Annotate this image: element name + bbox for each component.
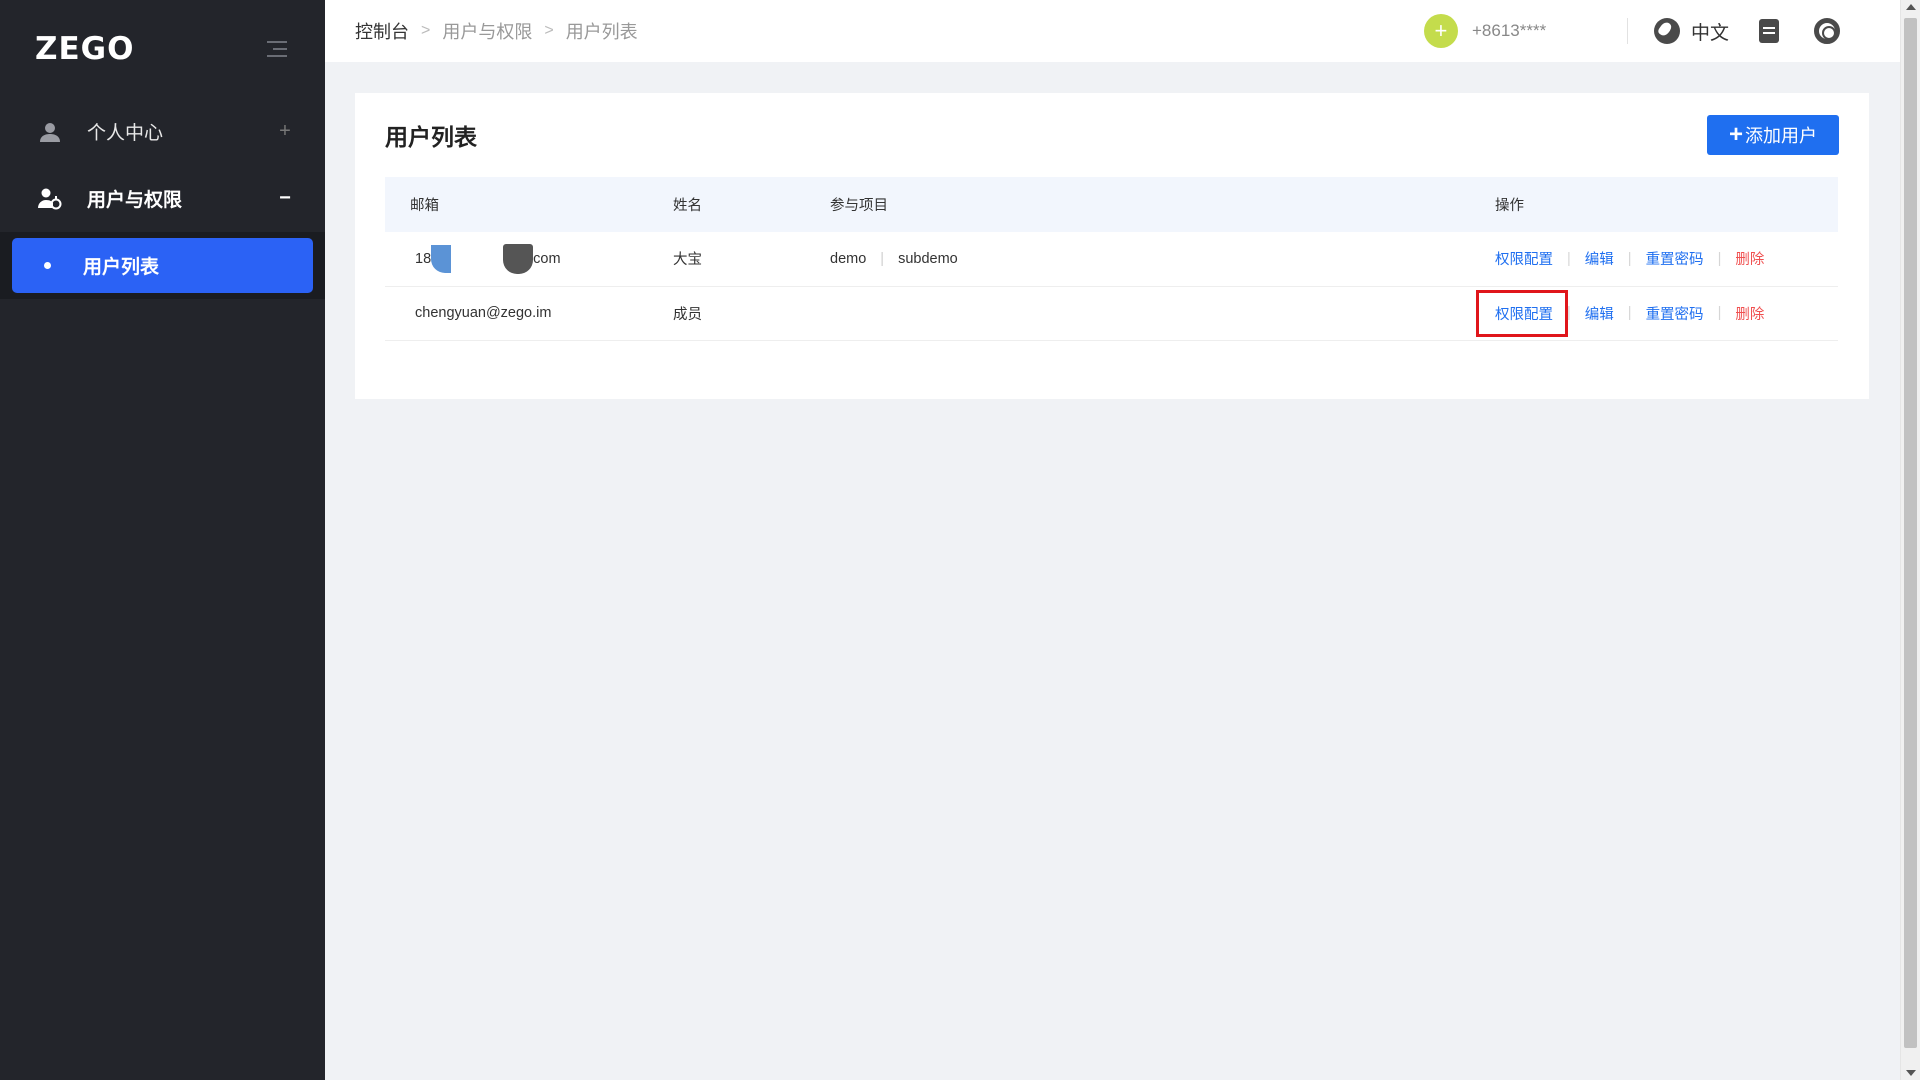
menu-label: 用户与权限 bbox=[87, 190, 183, 211]
name-cell: 成员 bbox=[673, 306, 702, 323]
name-cell: 大宝 bbox=[673, 252, 702, 269]
avatar[interactable]: + bbox=[1423, 14, 1458, 48]
card-header: 用户列表 + 添加用户 bbox=[355, 93, 1869, 177]
settings-icon[interactable] bbox=[1814, 18, 1840, 44]
scroll-down-icon[interactable] bbox=[1906, 1070, 1916, 1076]
breadcrumb-item-console[interactable]: 控制台 bbox=[355, 18, 409, 44]
logo-row: ZEGO bbox=[0, 0, 325, 98]
permission-config-link[interactable]: 权限配置 bbox=[1476, 289, 1568, 337]
plus-icon: + bbox=[1728, 121, 1743, 148]
table-row: chengyuan@zego.im 成员 权限配置 | 编辑 | 重置密码 | … bbox=[385, 286, 1838, 340]
separator: | bbox=[1627, 305, 1632, 321]
edit-link[interactable]: 编辑 bbox=[1585, 303, 1614, 324]
redaction-mark bbox=[503, 243, 534, 274]
project-tag: demo bbox=[830, 250, 867, 267]
zego-logo[interactable]: ZEGO bbox=[35, 31, 134, 67]
active-dot-icon bbox=[44, 262, 51, 269]
project-tag: subdemo bbox=[898, 250, 958, 267]
expand-icon[interactable]: + bbox=[275, 120, 295, 143]
delete-link[interactable]: 删除 bbox=[1735, 248, 1764, 269]
menu-label: 个人中心 bbox=[87, 123, 164, 144]
email-cell: 18 com bbox=[385, 232, 673, 286]
projects-cell bbox=[830, 286, 1495, 340]
separator: | bbox=[1627, 250, 1632, 267]
submenu: 用户列表 bbox=[0, 232, 325, 299]
table-row: 18 com 大宝 demo | subdemo 权限配置 | 编辑 | 重置密码 |… bbox=[385, 232, 1838, 286]
breadcrumb: 控制台 > 用户与权限 > 用户列表 bbox=[325, 18, 638, 44]
separator: | bbox=[1717, 250, 1722, 267]
email-cell: chengyuan@zego.im bbox=[415, 305, 552, 321]
top-header: 控制台 > 用户与权限 > 用户列表 + +8613**** 中文 bbox=[325, 0, 1900, 62]
add-user-label: 添加用户 bbox=[1745, 126, 1817, 146]
email-prefix: 18 bbox=[415, 250, 432, 267]
add-user-button[interactable]: + 添加用户 bbox=[1707, 115, 1839, 155]
reset-password-link[interactable]: 重置密码 bbox=[1646, 303, 1704, 324]
submenu-item-user-list[interactable]: 用户列表 bbox=[12, 238, 313, 293]
column-header-name: 姓名 bbox=[673, 198, 702, 214]
account-phone[interactable]: +8613**** bbox=[1472, 21, 1617, 41]
column-header-email: 邮箱 bbox=[410, 198, 439, 214]
redaction-mark bbox=[431, 244, 452, 273]
table-header-row: 邮箱 姓名 参与项目 操作 bbox=[385, 177, 1838, 232]
separator: | bbox=[1567, 250, 1571, 267]
delete-link[interactable]: 删除 bbox=[1735, 303, 1764, 324]
submenu-label: 用户列表 bbox=[83, 257, 160, 278]
divider bbox=[1626, 18, 1628, 44]
breadcrumb-item-user-permissions[interactable]: 用户与权限 bbox=[442, 18, 532, 44]
user-permission-icon bbox=[38, 187, 62, 211]
collapse-icon[interactable]: − bbox=[275, 187, 295, 210]
chevron-right-icon: > bbox=[421, 22, 431, 39]
scroll-thumb[interactable] bbox=[1904, 18, 1917, 1048]
email-suffix: com bbox=[533, 250, 561, 267]
vertical-scrollbar[interactable] bbox=[1900, 0, 1920, 1080]
separator: | bbox=[1567, 305, 1571, 321]
permission-config-link[interactable]: 权限配置 bbox=[1495, 248, 1553, 269]
globe-icon bbox=[1653, 18, 1680, 44]
chevron-right-icon: > bbox=[544, 22, 554, 39]
column-header-projects: 参与项目 bbox=[830, 198, 888, 214]
user-table: 邮箱 姓名 参与项目 操作 18 com 大宝 demo | subdemo 权限配置… bbox=[385, 177, 1838, 341]
scroll-up-icon[interactable] bbox=[1906, 4, 1916, 10]
menu-item-personal-center[interactable]: 个人中心 + bbox=[0, 98, 325, 165]
collapse-sidebar-icon[interactable] bbox=[267, 39, 287, 59]
sidebar: ZEGO 个人中心 + 用户与权限 − 用户列表 bbox=[0, 0, 325, 1080]
document-icon[interactable] bbox=[1759, 19, 1779, 43]
menu-item-user-permissions[interactable]: 用户与权限 − bbox=[0, 165, 325, 232]
actions-cell: 权限配置 | 编辑 | 重置密码 | 删除 bbox=[1476, 286, 1838, 340]
actions-cell: 权限配置 | 编辑 | 重置密码 | 删除 bbox=[1495, 232, 1838, 286]
projects-cell: demo | subdemo bbox=[830, 232, 1495, 286]
edit-link[interactable]: 编辑 bbox=[1585, 248, 1614, 269]
separator: | bbox=[880, 250, 885, 267]
breadcrumb-item-user-list: 用户列表 bbox=[565, 22, 638, 42]
separator: | bbox=[1717, 305, 1722, 321]
reset-password-link[interactable]: 重置密码 bbox=[1646, 248, 1704, 269]
header-right: + +8613**** 中文 bbox=[1423, 14, 1900, 48]
page-title: 用户列表 bbox=[385, 124, 477, 150]
column-header-actions: 操作 bbox=[1495, 198, 1524, 214]
language-switcher[interactable]: 中文 bbox=[1653, 18, 1759, 45]
user-list-card: 用户列表 + 添加用户 邮箱 姓名 参与项目 操作 18 com 大宝 demo |… bbox=[355, 93, 1869, 399]
language-label: 中文 bbox=[1690, 22, 1729, 44]
user-icon bbox=[38, 120, 62, 144]
